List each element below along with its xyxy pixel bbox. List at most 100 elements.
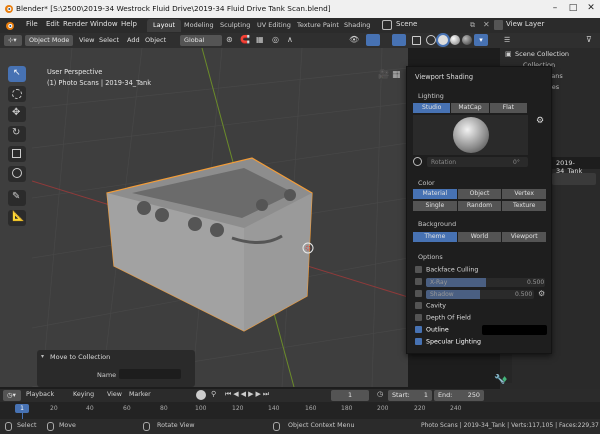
- timeline-ruler[interactable]: 1 20 40 60 80 100 120 140 160 180 200 22…: [0, 402, 600, 419]
- lighting-matcap-button[interactable]: MatCap: [451, 103, 489, 113]
- panel-collapse-icon[interactable]: ▾: [41, 353, 44, 360]
- transform-tool-icon[interactable]: [8, 166, 26, 182]
- shadow-checkbox[interactable]: [415, 290, 422, 297]
- 3d-viewport[interactable]: User Perspective (1) Photo Scans | 2019-…: [32, 48, 408, 387]
- properties-object-field[interactable]: 2019-34_Tank: [552, 157, 600, 175]
- backface-culling-option[interactable]: Backface Culling: [415, 266, 478, 274]
- measure-tool-icon[interactable]: 📐: [8, 210, 26, 226]
- editor-type-button[interactable]: ⊹▾: [4, 35, 22, 46]
- xray-option[interactable]: [415, 278, 426, 286]
- cursor-tool-icon[interactable]: [8, 86, 26, 102]
- overlay-toggle-icon[interactable]: [392, 34, 406, 46]
- wireframe-shading-icon[interactable]: [426, 35, 436, 45]
- header-menu-add[interactable]: Add: [127, 36, 140, 44]
- xray-toggle-icon[interactable]: [412, 36, 421, 45]
- properties-dropdown[interactable]: [552, 173, 596, 185]
- timeline-menu-playback[interactable]: Playback: [26, 391, 54, 398]
- xray-checkbox[interactable]: [415, 278, 422, 285]
- scene-copy-icon[interactable]: ⧉: [470, 21, 475, 30]
- lighting-flat-button[interactable]: Flat: [489, 103, 527, 113]
- minimize-button[interactable]: –: [548, 2, 562, 15]
- color-vertex-button[interactable]: Vertex: [502, 189, 547, 199]
- color-object-button[interactable]: Object: [457, 189, 502, 199]
- backface-culling-checkbox[interactable]: [415, 266, 422, 273]
- scene-remove-icon[interactable]: ✕: [483, 20, 490, 29]
- shadow-slider[interactable]: Shadow 0.500: [426, 290, 534, 299]
- scene-name[interactable]: Scene: [396, 20, 417, 28]
- color-single-button[interactable]: Single: [413, 201, 457, 211]
- timeline-menu-keying[interactable]: Keying: [73, 391, 94, 398]
- timeline-editor-type-button[interactable]: ◷▾: [3, 390, 21, 401]
- scale-tool-icon[interactable]: [8, 146, 26, 162]
- menu-file[interactable]: File: [26, 20, 38, 28]
- transform-orientation-select[interactable]: Global: [180, 35, 222, 46]
- color-material-button[interactable]: Material: [413, 189, 457, 199]
- keying-set-icon[interactable]: ⚲: [211, 390, 216, 398]
- cavity-checkbox[interactable]: [415, 302, 422, 309]
- menu-window[interactable]: Window: [90, 20, 118, 28]
- start-frame-field[interactable]: Start: 1: [388, 390, 432, 401]
- shading-dropdown-icon[interactable]: ▾: [474, 34, 488, 46]
- record-keyframe-icon[interactable]: [196, 390, 206, 400]
- current-frame-marker[interactable]: 1: [15, 404, 29, 413]
- camera-view-icon[interactable]: 🎥: [378, 70, 389, 80]
- world-space-lighting-icon[interactable]: [413, 157, 422, 166]
- rendered-shading-icon[interactable]: [462, 35, 472, 45]
- solid-shading-icon[interactable]: [438, 35, 448, 45]
- visibility-icon[interactable]: 👁: [349, 35, 359, 44]
- falloff-icon[interactable]: ∧: [287, 35, 293, 44]
- outliner-editor-icon[interactable]: ☰: [504, 36, 510, 44]
- header-menu-view[interactable]: View: [79, 36, 94, 44]
- outliner-scene-collection[interactable]: Scene Collection: [515, 50, 569, 58]
- menu-render[interactable]: Render: [63, 20, 88, 28]
- depth-of-field-checkbox[interactable]: [415, 314, 422, 321]
- background-world-button[interactable]: World: [457, 232, 502, 242]
- menu-edit[interactable]: Edit: [46, 20, 60, 28]
- tab-sculpting[interactable]: Sculpting: [214, 19, 256, 32]
- depth-of-field-option[interactable]: Depth Of Field: [415, 314, 471, 322]
- select-box-icon[interactable]: ↖: [8, 66, 26, 82]
- shadow-option[interactable]: [415, 290, 426, 298]
- rotation-slider[interactable]: Rotation 0°: [427, 157, 528, 167]
- timeline-menu-view[interactable]: View: [107, 391, 122, 398]
- mode-select[interactable]: Object Mode: [25, 35, 73, 46]
- end-frame-field[interactable]: End: 250: [434, 390, 484, 401]
- studio-light-preview[interactable]: [413, 115, 528, 155]
- outline-color-swatch[interactable]: [482, 325, 547, 335]
- gizmo-toggle-icon[interactable]: [366, 34, 380, 46]
- menu-help[interactable]: Help: [121, 20, 137, 28]
- preview-range-icon[interactable]: ◷: [377, 390, 383, 398]
- lighting-studio-button[interactable]: Studio: [413, 103, 451, 113]
- blender-menu-icon[interactable]: [4, 20, 15, 31]
- background-theme-button[interactable]: Theme: [413, 232, 457, 242]
- outline-option[interactable]: Outline: [415, 326, 449, 334]
- move-tool-icon[interactable]: ✥: [8, 106, 26, 122]
- material-shading-icon[interactable]: [450, 35, 460, 45]
- specular-lighting-option[interactable]: Specular Lighting: [415, 338, 481, 346]
- color-texture-button[interactable]: Texture: [502, 201, 547, 211]
- tab-texture-paint[interactable]: Texture Paint: [291, 19, 345, 32]
- preferences-gear-icon[interactable]: ⚙: [536, 116, 544, 126]
- pivot-icon[interactable]: ⊛: [226, 35, 233, 44]
- playback-controls-icon[interactable]: ⏮◀◀▶▶⏭: [225, 390, 271, 399]
- view-layer-name[interactable]: View Layer: [506, 20, 544, 28]
- maximize-button[interactable]: □: [566, 2, 580, 15]
- tab-layout[interactable]: Layout: [147, 19, 182, 32]
- current-frame-field[interactable]: 1: [331, 390, 369, 401]
- collection-name-input[interactable]: [119, 369, 181, 379]
- header-menu-select[interactable]: Select: [99, 36, 119, 44]
- cavity-option[interactable]: Cavity: [415, 302, 446, 310]
- shadow-settings-gear-icon[interactable]: ⚙: [538, 289, 545, 298]
- outliner-filter-icon[interactable]: ⊽: [586, 35, 592, 44]
- rotate-tool-icon[interactable]: ↻: [8, 126, 26, 142]
- proportional-edit-icon[interactable]: ◎: [272, 35, 279, 44]
- annotate-tool-icon[interactable]: ✎: [8, 190, 26, 206]
- specular-lighting-checkbox[interactable]: [415, 338, 422, 345]
- header-menu-object[interactable]: Object: [145, 36, 166, 44]
- snap-target-icon[interactable]: ▦: [256, 35, 264, 44]
- toggle-ortho-icon[interactable]: ▦: [392, 70, 401, 80]
- timeline-menu-marker[interactable]: Marker: [129, 391, 151, 398]
- close-button[interactable]: ✕: [584, 2, 598, 15]
- modifier-tab-icon[interactable]: 🔧: [494, 375, 505, 385]
- background-viewport-button[interactable]: Viewport: [502, 232, 547, 242]
